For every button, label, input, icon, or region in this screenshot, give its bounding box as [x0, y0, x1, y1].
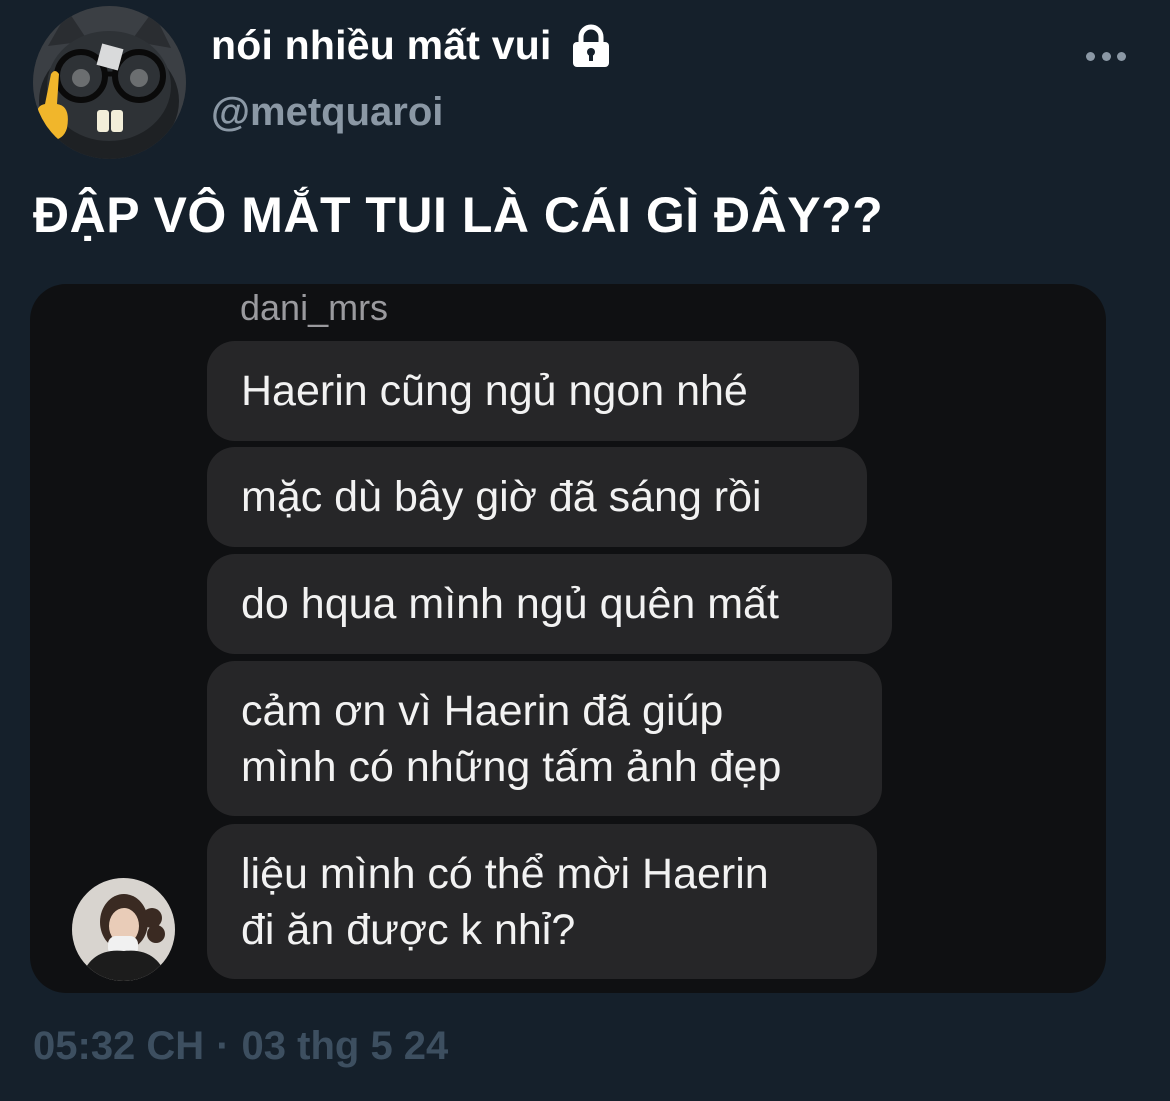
dot	[1101, 51, 1111, 61]
tweet-timestamp[interactable]: 05:32 CH · 03 thg 5 24	[33, 1024, 448, 1069]
timestamp-separator: ·	[216, 1024, 230, 1068]
dot	[1117, 51, 1126, 61]
author-avatar[interactable]	[33, 6, 186, 159]
message-text-line: liệu mình có thể mời Haerin	[241, 849, 769, 898]
message-bubble: mặc dù bây giờ đã sáng rồi	[207, 447, 867, 547]
message-bubble: do hqua mình ngủ quên mất	[207, 554, 892, 654]
lock-icon	[572, 24, 609, 67]
tweet-time: 05:32 CH	[33, 1024, 205, 1068]
author-display-name[interactable]: nói nhiều mất vui	[211, 22, 552, 69]
tweet-date: 03 thg 5 24	[241, 1024, 449, 1068]
tweet-text: ĐẬP VÔ MẮT TUI LÀ CÁI GÌ ĐÂY??	[33, 187, 884, 243]
more-options-icon[interactable]	[1086, 46, 1126, 66]
author-name-row[interactable]: nói nhiều mất vui	[211, 22, 612, 69]
message-bubble: Haerin cũng ngủ ngon nhé	[207, 341, 859, 441]
message-bubble: liệu mình có thể mời Haerin đi ăn được k…	[207, 824, 877, 979]
message-text: mặc dù bây giờ đã sáng rồi	[241, 473, 762, 521]
message-text-line: cảm ơn vì Haerin đã giúp	[241, 686, 724, 735]
message-text: do hqua mình ngủ quên mất	[241, 580, 779, 628]
person-avatar-icon	[72, 878, 175, 981]
message-text: Haerin cũng ngủ ngon nhé	[241, 367, 748, 415]
tweet-media-image[interactable]: dani_mrs Haerin cũng ngủ ngon nhé mặc dù…	[30, 284, 1106, 993]
author-handle[interactable]: @metquaroi	[211, 90, 443, 135]
chat-sender-name: dani_mrs	[240, 287, 389, 328]
message-bubble: cảm ơn vì Haerin đã giúp mình có những t…	[207, 661, 882, 816]
dot	[1086, 51, 1095, 61]
message-text-line: đi ăn được k nhỉ?	[241, 905, 576, 954]
cat-with-glasses-avatar	[33, 6, 186, 159]
message-text-line: mình có những tấm ảnh đẹp	[241, 742, 782, 791]
sender-avatar	[72, 878, 175, 981]
